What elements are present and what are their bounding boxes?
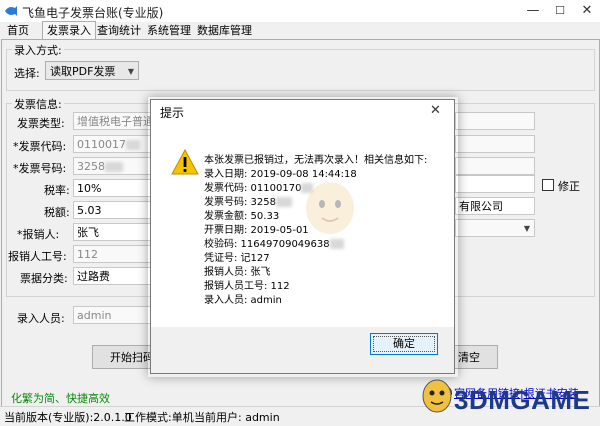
dialog-close-button[interactable]: ✕: [430, 103, 441, 118]
right-field-row6[interactable]: ▼: [455, 219, 535, 237]
entry-person-label: 录入人员:: [17, 312, 65, 325]
tax-amount-field[interactable]: 5.03: [73, 201, 153, 219]
right-field-row1[interactable]: [455, 112, 535, 130]
invoice-code-label: *发票代码:: [13, 140, 67, 153]
invoice-type-label: 发票类型:: [17, 117, 65, 130]
tab-system-management[interactable]: 系统管理: [143, 22, 195, 39]
chevron-down-icon: ▼: [523, 224, 530, 233]
dialog-line-issue-date: 开票日期: 2019-05-01: [204, 225, 309, 236]
dialog-line-voucher: 凭证号: 记127: [204, 253, 270, 264]
reimburser-field[interactable]: 张飞: [73, 223, 153, 241]
dialog-message: 本张发票已报销过，无法再次录入！相关信息如下:: [204, 155, 428, 166]
invoice-number-label: *发票号码:: [13, 162, 67, 175]
invoice-type-field[interactable]: 增值税电子普通: [73, 112, 153, 130]
dialog-line-entry-person: 录入人员: admin: [204, 295, 282, 306]
warning-icon: [171, 148, 199, 178]
minimize-button[interactable]: —: [520, 0, 546, 22]
ok-button-label: 确定: [393, 337, 415, 350]
maximize-button[interactable]: ☐: [547, 0, 573, 22]
right-field-row4[interactable]: [455, 175, 535, 193]
invoice-number-value: 3258: [77, 160, 105, 173]
entry-mode-select-label: 选择:: [14, 67, 40, 80]
dialog-line-reimburser: 报销人员: 张飞: [204, 267, 271, 278]
dialog-line-reimburser-id: 报销人员工号: 112: [204, 281, 290, 292]
seller-name-field[interactable]: 有限公司: [455, 197, 535, 215]
tax-amount-label: 税额:: [44, 206, 70, 219]
watermark-text: 3DMGAME: [454, 385, 591, 415]
dialog-title: 提示: [160, 106, 185, 120]
close-button[interactable]: ✕: [574, 0, 600, 22]
reimburser-id-label: 报销人工号:: [8, 250, 67, 263]
right-field-row2[interactable]: [455, 135, 535, 153]
entry-person-field[interactable]: admin: [73, 306, 153, 324]
entry-mode-group-label: 录入方式:: [12, 42, 64, 58]
redaction-blur: [126, 140, 140, 150]
window-title: 飞鱼电子发票台账(专业版): [22, 6, 164, 20]
reimburser-label: *报销人:: [17, 228, 60, 241]
status-version: 当前版本(专业版):2.0.1.0: [4, 411, 132, 424]
tab-home[interactable]: 首页: [3, 22, 33, 39]
chevron-down-icon: ▼: [127, 67, 134, 76]
right-field-row3[interactable]: [455, 157, 535, 175]
invoice-number-field[interactable]: 3258: [73, 157, 153, 175]
category-field[interactable]: 过路费: [73, 267, 153, 285]
watermark-logo-icon: [422, 379, 452, 413]
entry-mode-select[interactable]: 读取PDF发票 ▼: [45, 61, 139, 80]
status-mode: 工作模式:单机: [124, 411, 194, 424]
dialog-line-invoice-number: 发票号码: 3258: [204, 193, 292, 208]
entry-mode-select-value: 读取PDF发票: [50, 65, 116, 78]
ok-button[interactable]: 确定: [370, 333, 438, 355]
invoice-code-field[interactable]: 0110017: [73, 135, 153, 153]
modify-checkbox[interactable]: [542, 179, 554, 191]
mascot-watermark: [300, 168, 360, 241]
dialog-line-amount: 发票金额: 50.33: [204, 211, 280, 222]
redaction-blur: [276, 197, 292, 207]
tab-query-stats[interactable]: 查询统计: [93, 22, 145, 39]
redaction-blur: [105, 162, 123, 172]
slogan: 化繁为简、快捷高效: [11, 392, 110, 405]
category-label: 票据分类:: [20, 272, 68, 285]
app-icon: [4, 4, 18, 18]
tax-rate-field[interactable]: 10%: [73, 179, 153, 197]
invoice-code-value: 0110017: [77, 138, 126, 151]
reimburser-id-field[interactable]: 112: [73, 245, 153, 263]
tab-invoice-entry[interactable]: 发票录入: [42, 21, 96, 41]
watermark: 3DMGAME: [420, 372, 590, 416]
modify-label: 修正: [558, 180, 580, 193]
status-user: 当前用户: admin: [194, 411, 280, 424]
invoice-info-group-label: 发票信息:: [12, 96, 64, 112]
dialog-line-invoice-code: 发票代码: 01100170: [204, 179, 314, 194]
tab-database-management[interactable]: 数据库管理: [193, 22, 256, 39]
tax-rate-label: 税率:: [44, 184, 70, 197]
